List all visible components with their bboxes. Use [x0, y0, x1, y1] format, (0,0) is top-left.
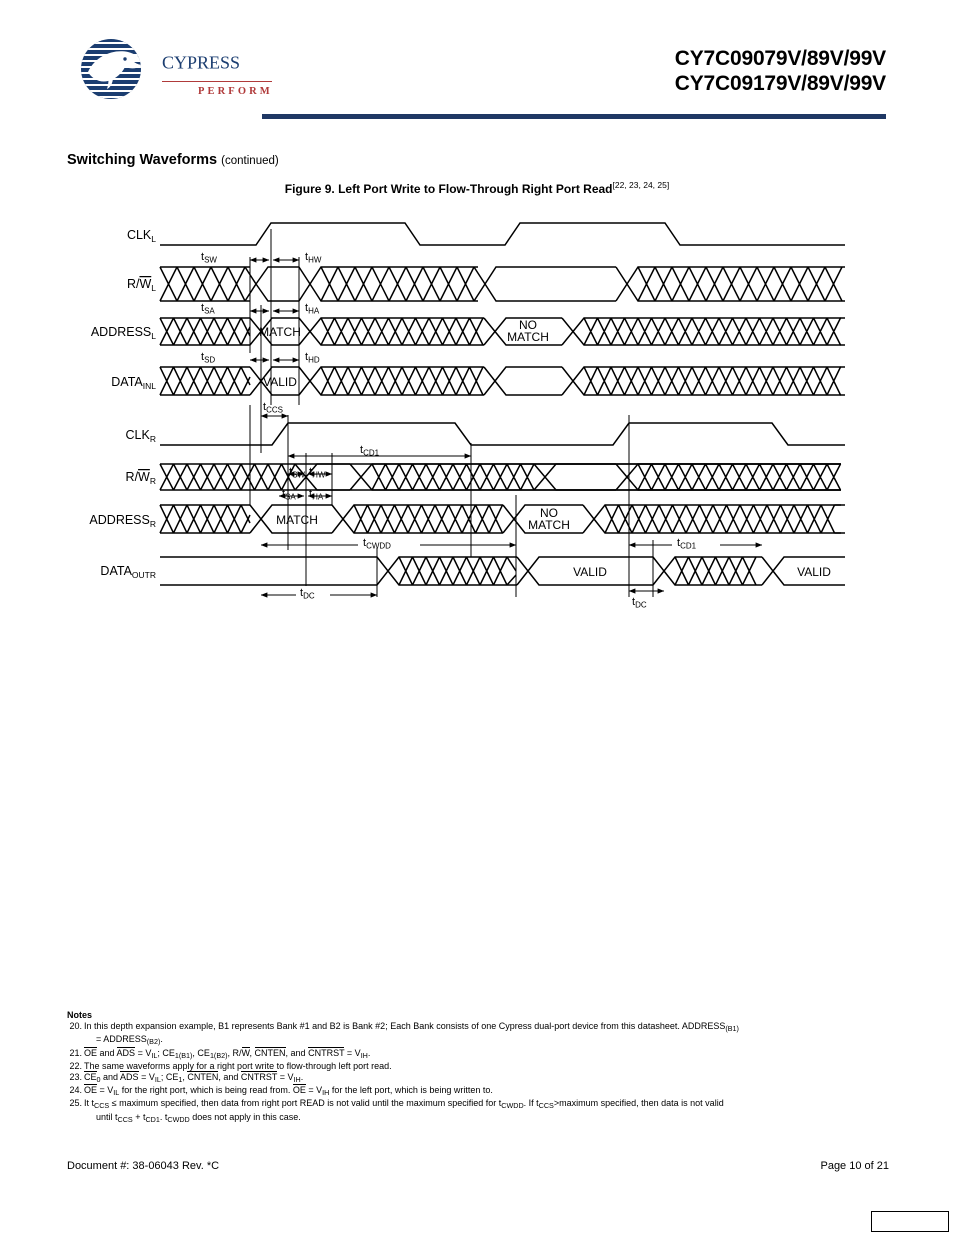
note-20-line2: = ADDRESS(B2). — [96, 1034, 163, 1047]
document-number: Document #: 38-06043 Rev. *C — [67, 1160, 220, 1172]
part-number-line-1: CY7C09079V/89V/99V — [674, 47, 886, 70]
timing-label-thd: tHD — [305, 351, 320, 365]
note-24-text: OE = VIL for the right port, which is be… — [84, 1084, 493, 1098]
timing-diagram-svg: CLKL R/WL ADDRESSL DATAINL CLKR R/WR ADD… — [89, 222, 845, 610]
timing-label-tcd1-upper: tCD1 — [360, 444, 380, 458]
figure-footnote-refs: [22, 23, 24, 25] — [612, 180, 670, 190]
signal-label-clk-r: CLKR — [126, 428, 156, 444]
notes-section: Notes 20. In this depth expansion exampl… — [67, 1010, 889, 1125]
cypress-logo: CYPRESS PERFORM — [78, 38, 272, 112]
timing-label-tdc-right: tDC — [632, 596, 647, 610]
bus-label-valid-inl: VALID — [263, 375, 297, 389]
note-25-line2: until tCCS + tCD1. tCWDD does not apply … — [96, 1111, 301, 1124]
bus-label-match2-r: MATCH — [528, 518, 570, 532]
bus-label-valid-outr-2: VALID — [797, 565, 831, 579]
bus-label-match2-l: MATCH — [507, 330, 549, 344]
note-25-number: 25. — [69, 1098, 82, 1109]
timing-label-tsd: tSD — [201, 351, 215, 365]
logo-tagline: PERFORM — [198, 86, 273, 97]
page-header: CYPRESS PERFORM CY7C09079V/89V/99V CY7C0… — [0, 0, 954, 130]
figure-caption-text: Figure 9. Left Port Write to Flow-Throug… — [284, 182, 613, 196]
note-20-sub1: (B1) — [725, 1024, 739, 1033]
bus-label-match-r: MATCH — [276, 513, 318, 527]
note-25-line1: It tCCS ≤ maximum specified, then data f… — [84, 1098, 724, 1111]
svg-text:CYPRESS: CYPRESS — [162, 53, 240, 73]
header-rule — [262, 114, 886, 119]
timing-label-tsa: tSA — [201, 302, 215, 316]
timing-diagram: CLKL R/WL ADDRESSL DATAINL CLKR R/WR ADD… — [60, 205, 900, 620]
waveform-rw-l — [159, 266, 845, 302]
waveform-address-r — [159, 504, 845, 534]
cypress-wordmark: CYPRESS — [162, 53, 240, 73]
waveform-data-outr — [160, 556, 845, 586]
waveform-clk-r — [160, 422, 845, 446]
waveform-clk-l — [160, 222, 845, 246]
signal-label-data-outr: DATAOUTR — [100, 564, 156, 580]
bottom-right-box — [871, 1211, 949, 1232]
cypress-logo-mark — [81, 39, 141, 99]
note-22-text: The same waveforms apply for a right por… — [84, 1061, 392, 1072]
note-23-text: CE0 and ADS = VIL; CE1, CNTEN, and CNTRS… — [84, 1070, 304, 1084]
timing-label-thw-r: tHW — [309, 466, 326, 480]
signal-label-clk-l: CLKL — [127, 228, 156, 244]
timing-label-thw: tHW — [305, 251, 322, 265]
timing-label-tsw: tSW — [201, 251, 217, 265]
page-number: Page 10 of 21 — [820, 1160, 889, 1172]
page-footer: Page 10 of 21 Document #: 38-06043 Rev. … — [67, 1160, 889, 1172]
note-21-number: 21. — [69, 1047, 82, 1058]
note-25: 25. It tCCS ≤ maximum specified, then da… — [67, 1098, 889, 1125]
bus-label-match-l: MATCH — [259, 325, 301, 339]
timing-label-tsw-r: tSW — [289, 466, 305, 480]
datasheet-page: CYPRESS PERFORM CY7C09079V/89V/99V CY7C0… — [0, 0, 954, 1235]
note-20: 20. In this depth expansion example, B1 … — [67, 1021, 889, 1048]
waveform-rw-r — [159, 463, 842, 491]
section-heading: Switching Waveforms (continued) — [67, 152, 279, 168]
note-21: 21. OE and ADS = VIL; CE1(B1), CE1(B2), … — [67, 1046, 889, 1061]
bus-label-valid-outr-1: VALID — [573, 565, 607, 579]
section-title: Switching Waveforms — [67, 152, 218, 168]
part-numbers: CY7C09079V/89V/99V CY7C09179V/89V/99V — [675, 46, 886, 96]
note-23: 23. CE0 and ADS = VIL; CE1, CNTEN, and C… — [67, 1070, 889, 1085]
timing-label-tccs: tCCS — [263, 401, 283, 415]
note-22-number: 22. — [69, 1061, 82, 1072]
signal-label-data-inl: DATAINL — [111, 375, 156, 391]
note-24: 24. OE = VIL for the right port, which i… — [67, 1084, 889, 1098]
signal-label-rw-l: R/WL — [127, 277, 156, 293]
section-continued: (continued) — [221, 155, 279, 167]
signal-label-address-l: ADDRESSL — [91, 325, 156, 341]
note-20-number: 20. — [69, 1021, 82, 1031]
note-20-text: In this depth expansion example, B1 repr… — [84, 1021, 726, 1031]
timing-label-tha: tHA — [305, 302, 320, 316]
note-24-number: 24. — [69, 1085, 82, 1096]
logo-underline — [162, 81, 272, 83]
notes-title: Notes — [67, 1010, 93, 1020]
note-21-text: OE and ADS = VIL; CE1(B1), CE1(B2), R/W,… — [84, 1046, 371, 1060]
note-23-number: 23. — [69, 1071, 82, 1082]
signal-label-address-r: ADDRESSR — [89, 513, 156, 529]
figure-caption: Figure 9. Left Port Write to Flow-Throug… — [0, 180, 954, 196]
part-number-line-2: CY7C09179V/89V/99V — [674, 72, 886, 95]
signal-label-rw-r: R/WR — [126, 470, 156, 486]
